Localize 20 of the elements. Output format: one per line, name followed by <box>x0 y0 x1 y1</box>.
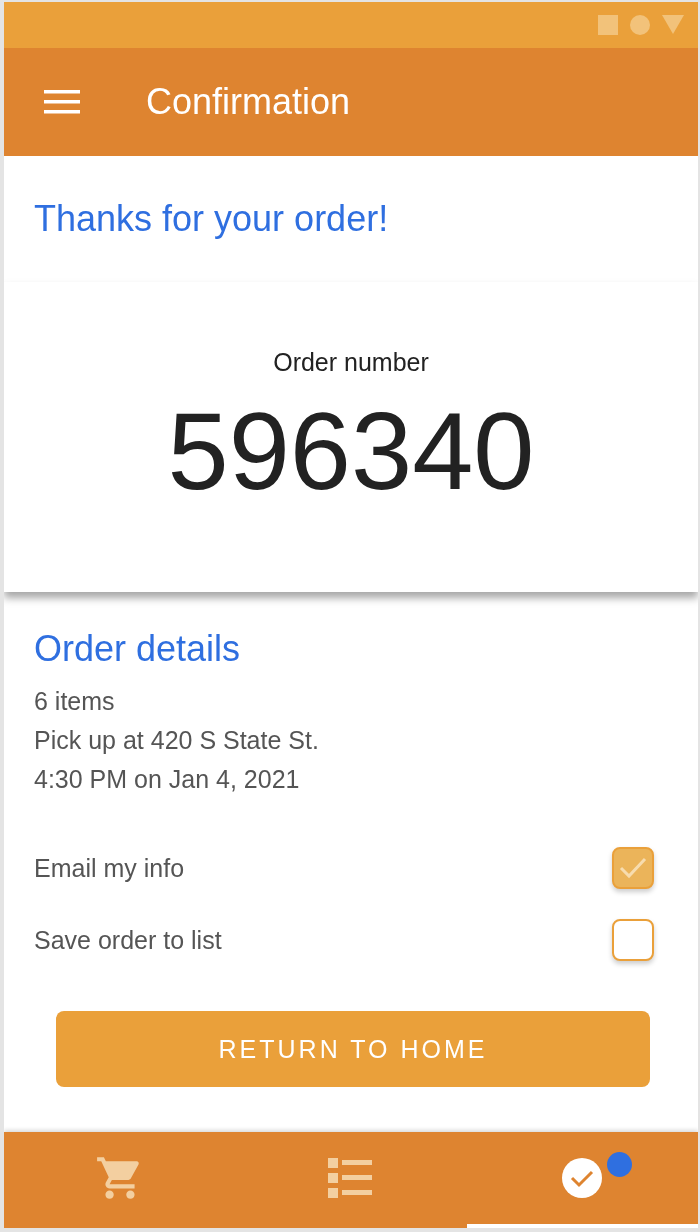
detail-line: Pick up at 420 S State St. <box>34 725 320 756</box>
menu-icon[interactable] <box>44 90 80 114</box>
order-number: 596340 <box>167 388 535 514</box>
order-number-label: Order number <box>273 348 429 377</box>
return-home-button[interactable]: RETURN TO HOME <box>56 1011 650 1087</box>
circle-icon <box>630 15 650 35</box>
checkbox[interactable] <box>612 919 654 961</box>
square-icon <box>598 15 618 35</box>
thanks-heading: Thanks for your order! <box>33 197 390 241</box>
check-icon <box>618 856 648 880</box>
triangle-icon <box>662 15 684 35</box>
option-label: Save order to list <box>34 925 222 955</box>
checkbox[interactable] <box>612 847 654 889</box>
detail-line: 4:30 PM on Jan 4, 2021 <box>34 764 301 795</box>
option-label: Email my info <box>34 853 185 883</box>
screen-title: Confirmation <box>146 81 351 123</box>
list-icon <box>328 1158 374 1198</box>
details-title: Order details <box>34 628 242 670</box>
check-circle-icon <box>562 1158 603 1198</box>
detail-line: 6 items <box>34 686 116 717</box>
